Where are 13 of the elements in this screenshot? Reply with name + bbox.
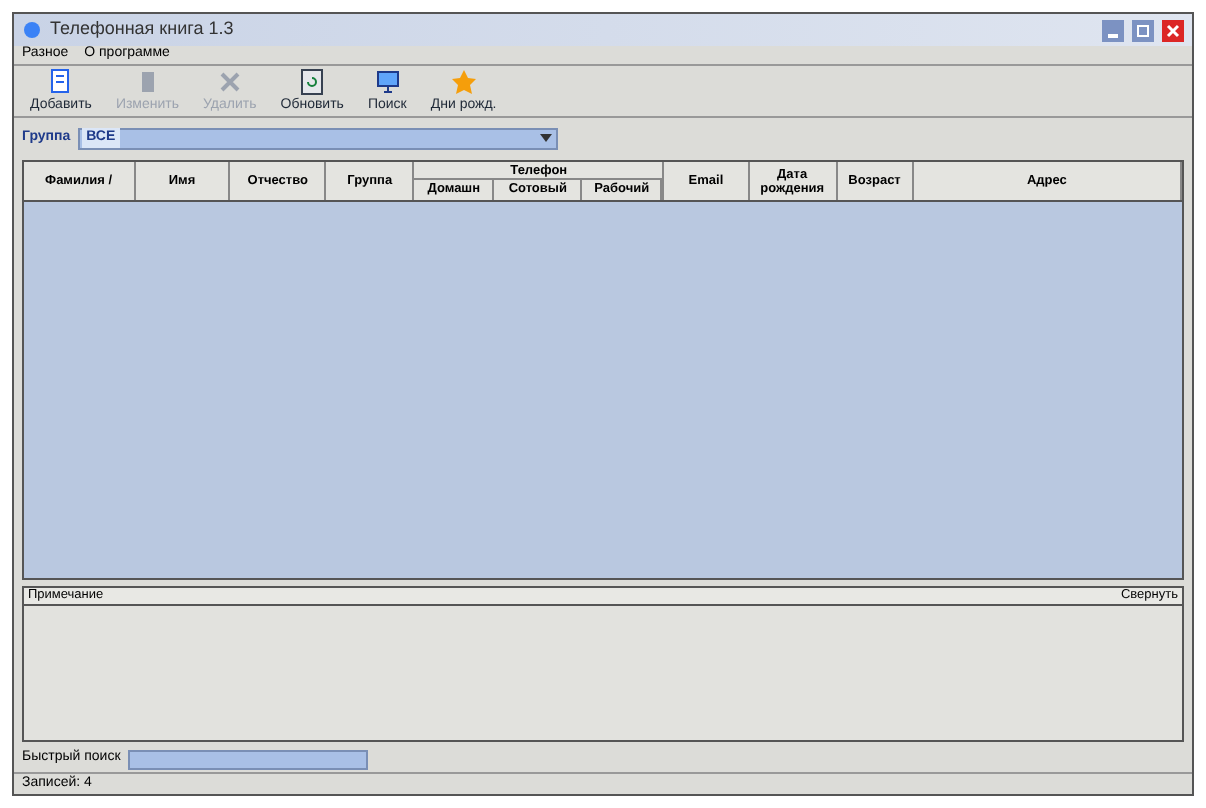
app-icon (22, 20, 42, 40)
refresh-icon (298, 68, 327, 96)
notes-field[interactable] (24, 606, 1182, 740)
window-title: Телефонная книга 1.3 (50, 16, 236, 43)
star-icon (449, 68, 478, 96)
quick-search-field[interactable] (128, 749, 369, 769)
close-icon[interactable] (1162, 19, 1184, 41)
caret-icon (540, 134, 553, 142)
document-icon (46, 68, 75, 96)
cross-icon (215, 68, 244, 96)
minimize-icon[interactable] (1102, 19, 1124, 41)
monitor-icon (373, 68, 402, 96)
maximize-icon[interactable] (1132, 19, 1154, 41)
